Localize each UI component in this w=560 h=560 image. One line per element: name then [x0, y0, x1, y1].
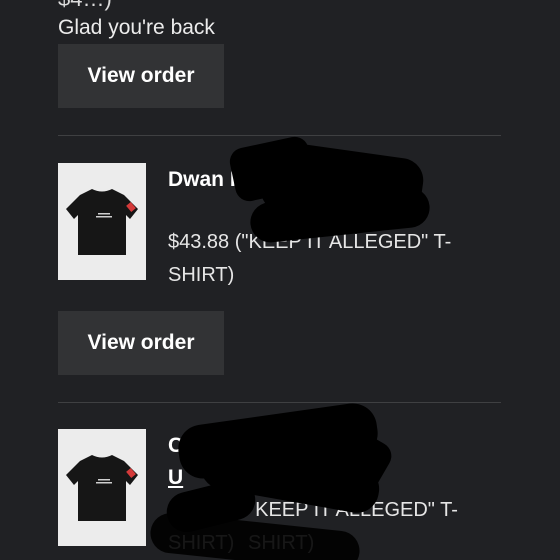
customer-name: Dwan I	[168, 168, 236, 191]
view-order-button[interactable]: View order	[58, 44, 224, 108]
greeting-text: Glad you're back	[58, 16, 215, 39]
cut-off-text: $4…)	[58, 0, 112, 12]
view-order-button[interactable]: View order	[58, 311, 224, 375]
t-shirt-icon	[58, 163, 146, 280]
divider	[58, 402, 501, 403]
t-shirt-icon	[58, 429, 146, 546]
order-product: $43.88 ("KEEP IT ALLEGED" T-SHIRT)	[168, 231, 452, 286]
product-image[interactable]	[58, 429, 146, 546]
divider	[58, 135, 501, 136]
product-image[interactable]	[58, 163, 146, 280]
customer-name-line2: U	[168, 466, 184, 489]
orders-screen: $4…) Glad you're back View order Dwan I …	[0, 0, 560, 560]
